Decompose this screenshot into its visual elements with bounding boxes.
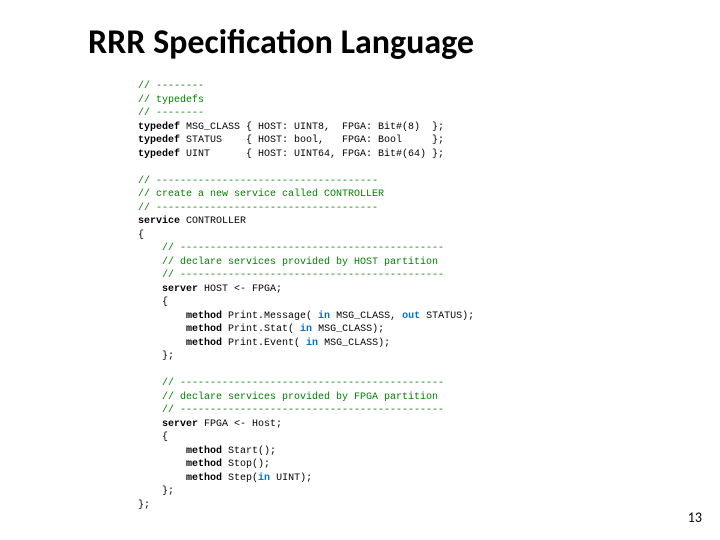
brace: {	[138, 230, 144, 241]
code-text: STATUS { HOST: bool, FPGA: Bool };	[180, 135, 444, 146]
comment: // -------------------------------------	[138, 203, 378, 214]
comment: // -------------------------------------…	[138, 405, 444, 416]
comment: // -------------------------------------…	[138, 270, 444, 281]
indent	[138, 324, 186, 335]
brace: };	[138, 351, 174, 362]
comment: // --------	[138, 108, 204, 119]
brace: {	[138, 432, 168, 443]
code-text: MSG_CLASS);	[312, 324, 384, 335]
comment: // typedefs	[138, 95, 204, 106]
indent	[138, 419, 162, 430]
code-text: UINT);	[270, 473, 312, 484]
keyword-typedef: typedef	[138, 149, 180, 160]
brace: };	[138, 486, 174, 497]
blank-line	[138, 162, 144, 173]
comment: // --------	[138, 81, 204, 92]
indent	[138, 446, 186, 457]
keyword-method: method	[186, 324, 222, 335]
code-block: // -------- // typedefs // -------- type…	[138, 80, 638, 512]
code-text: UINT { HOST: UINT64, FPGA: Bit#(64) };	[180, 149, 444, 160]
keyword-out: out	[402, 311, 420, 322]
page-number: 13	[688, 509, 702, 526]
keyword-method: method	[186, 446, 222, 457]
brace: };	[138, 500, 150, 511]
code-text: Step(	[222, 473, 258, 484]
slide: RRR Specification Language // -------- /…	[0, 0, 720, 540]
code-text: MSG_CLASS);	[318, 338, 390, 349]
indent	[138, 311, 186, 322]
comment: // create a new service called CONTROLLE…	[138, 189, 384, 200]
indent	[138, 338, 186, 349]
blank-line	[138, 365, 144, 376]
code-text: MSG_CLASS { HOST: UINT8, FPGA: Bit#(8) }…	[180, 122, 444, 133]
keyword-in: in	[318, 311, 330, 322]
comment: // -------------------------------------	[138, 176, 378, 187]
keyword-typedef: typedef	[138, 122, 180, 133]
keyword-in: in	[258, 473, 270, 484]
indent	[138, 459, 186, 470]
indent	[138, 284, 162, 295]
code-text: HOST <- FPGA;	[198, 284, 282, 295]
code-text: Start();	[222, 446, 276, 457]
keyword-typedef: typedef	[138, 135, 180, 146]
brace: {	[138, 297, 168, 308]
code-text: MSG_CLASS,	[330, 311, 402, 322]
keyword-service: service	[138, 216, 180, 227]
code-text: Print.Event(	[222, 338, 306, 349]
code-text: Print.Stat(	[222, 324, 300, 335]
code-text: Print.Message(	[222, 311, 318, 322]
code-text: STATUS);	[420, 311, 474, 322]
code-text: CONTROLLER	[180, 216, 246, 227]
comment: // -------------------------------------…	[138, 378, 444, 389]
keyword-in: in	[306, 338, 318, 349]
keyword-method: method	[186, 338, 222, 349]
comment: // -------------------------------------…	[138, 243, 444, 254]
keyword-method: method	[186, 459, 222, 470]
page-title: RRR Specification Language	[0, 0, 720, 63]
keyword-server: server	[162, 284, 198, 295]
code-text: FPGA <- Host;	[198, 419, 282, 430]
code-text: Stop();	[222, 459, 270, 470]
comment: // declare services provided by HOST par…	[138, 257, 438, 268]
keyword-in: in	[300, 324, 312, 335]
keyword-server: server	[162, 419, 198, 430]
keyword-method: method	[186, 311, 222, 322]
keyword-method: method	[186, 473, 222, 484]
comment: // declare services provided by FPGA par…	[138, 392, 438, 403]
indent	[138, 473, 186, 484]
